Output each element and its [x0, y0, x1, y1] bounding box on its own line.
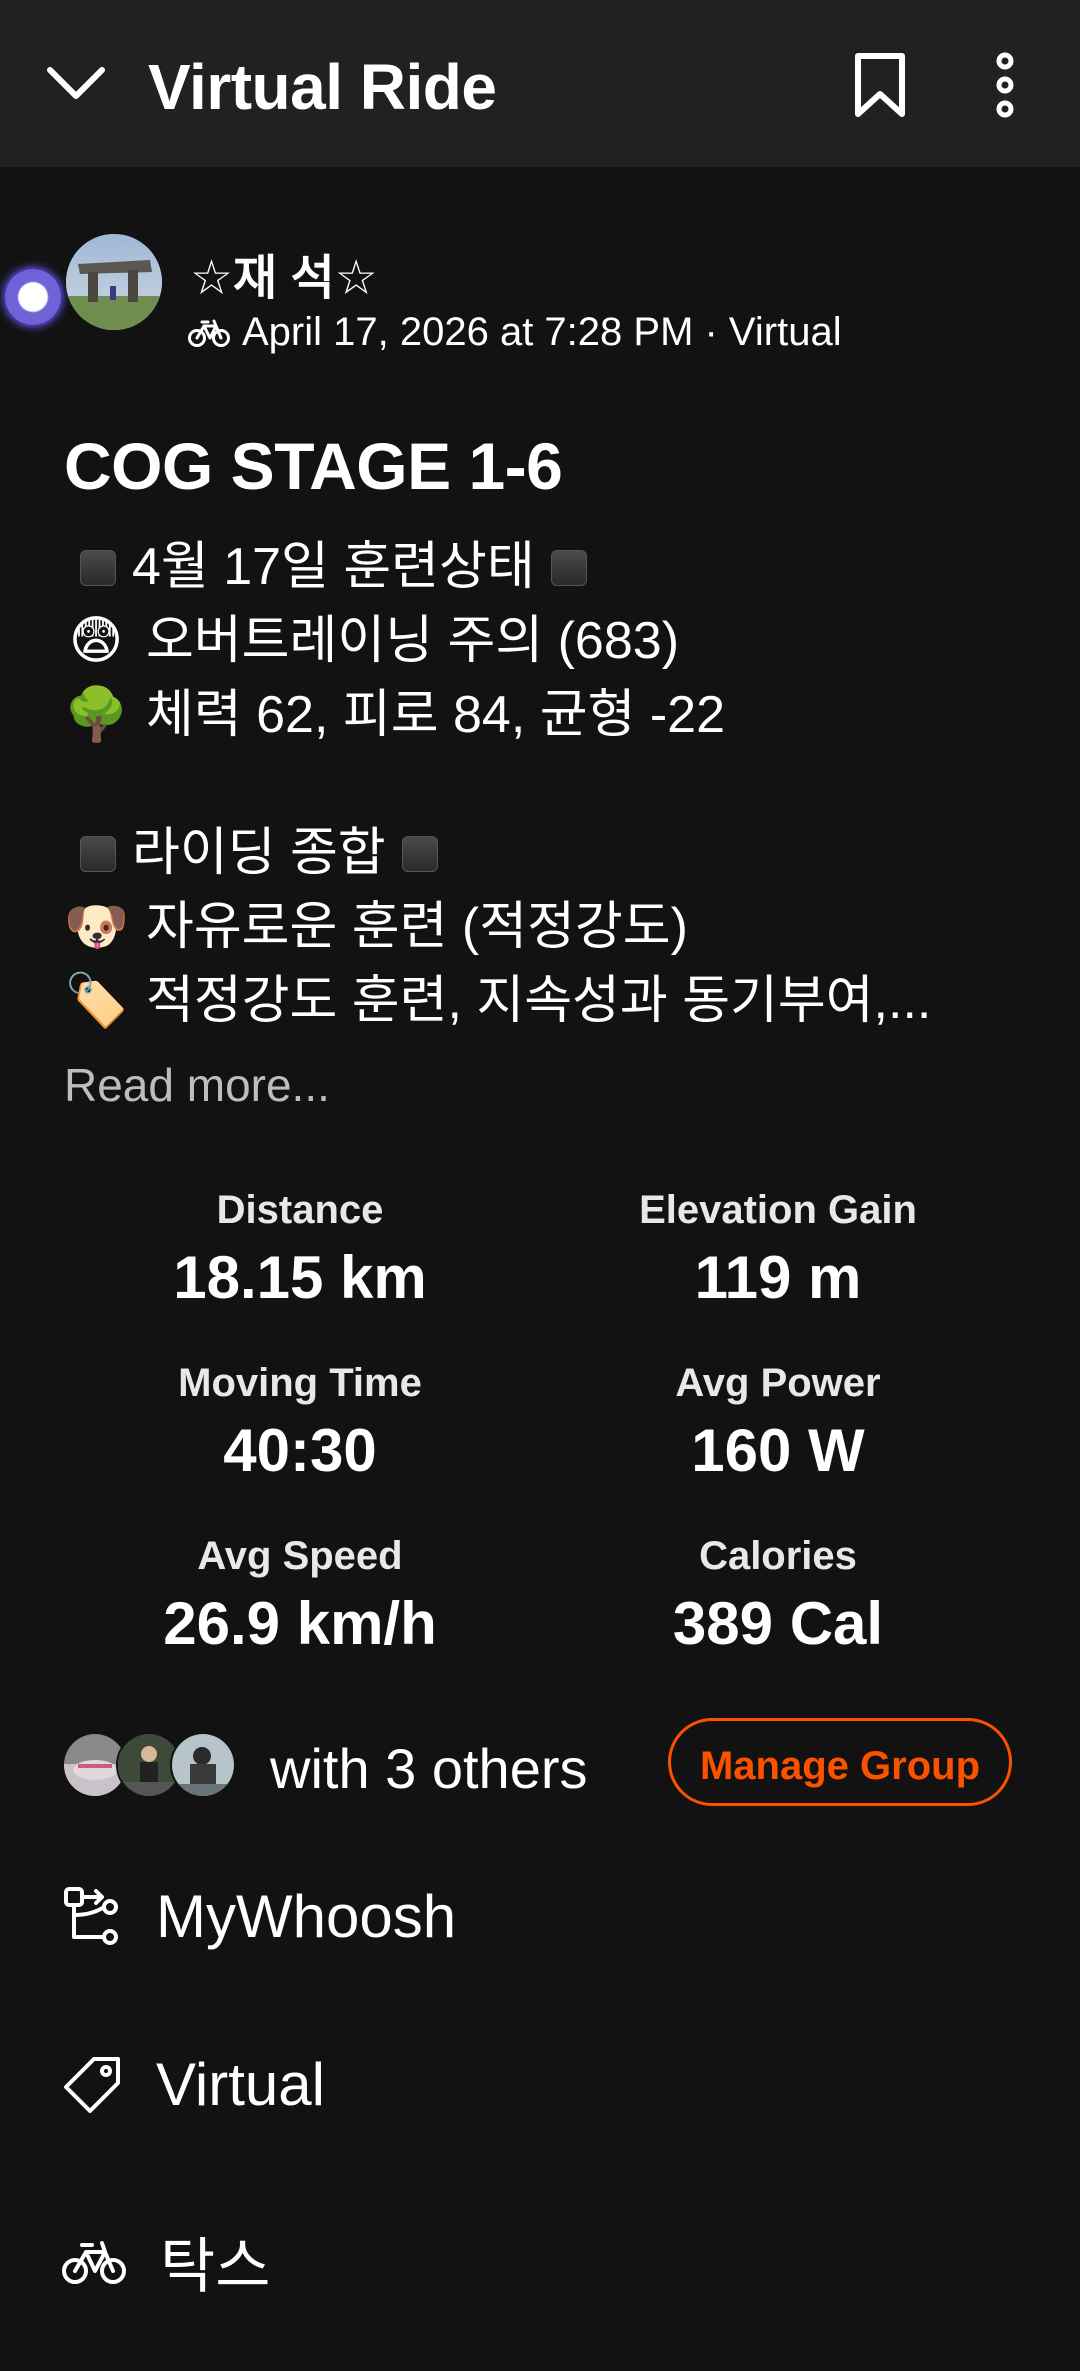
stat-calories: Calories 389 Cal	[672, 1534, 884, 1657]
route-icon	[64, 1886, 118, 1945]
group-avatar[interactable]	[170, 1732, 236, 1798]
description-line: 😨 오버트레이닝 주의 (683)	[64, 604, 1024, 678]
fearful-face-icon: 😨	[68, 612, 124, 670]
black-square-icon	[401, 836, 438, 872]
description-line: 🌳 체력 62, 피로 84, 균형 -22	[64, 678, 1024, 752]
group-row: with 3 others Manage Group	[62, 1718, 1022, 1818]
tag-icon	[64, 2056, 120, 2113]
avatar[interactable]	[66, 234, 162, 330]
device-row[interactable]: MyWhoosh	[62, 1882, 456, 1951]
page-title: Virtual Ride	[148, 51, 497, 123]
description-line: 4월 17일 훈련상태	[64, 530, 1024, 604]
activity-description: 4월 17일 훈련상태 😨 오버트레이닝 주의 (683) 🌳 체력 62, 피로 …	[64, 530, 1024, 1038]
top-app-bar: Virtual Ride	[0, 0, 1080, 167]
bike-icon	[188, 319, 230, 347]
stat-distance: Distance 18.15 km	[173, 1188, 427, 1311]
bookmark-icon[interactable]	[852, 52, 908, 118]
tree-icon: 🌳	[64, 686, 129, 744]
activity-title: COG STAGE 1-6	[64, 429, 563, 503]
bike-label: 탁스	[160, 2233, 271, 2300]
stat-elevation-gain: Elevation Gain 119 m	[639, 1188, 917, 1311]
stat-avg-speed: Avg Speed 26.9 km/h	[163, 1534, 437, 1657]
activity-date: April 17, 2026 at 7:28 PM · Virtual	[242, 310, 842, 354]
read-more-link[interactable]: Read more...	[64, 1058, 330, 1112]
description-line: 🏷️ 적정강도 훈련, 지속성과 동기부여,...	[64, 964, 1024, 1038]
black-square-icon	[80, 550, 116, 586]
ride-type-label: Virtual	[156, 2051, 325, 2118]
manage-group-button[interactable]: Manage Group	[668, 1718, 1012, 1806]
ride-type-row[interactable]: Virtual	[62, 2050, 325, 2119]
black-square-icon	[80, 836, 116, 872]
description-line: 🐶 자유로운 훈련 (적정강도)	[64, 890, 1024, 964]
activity-meta: April 17, 2026 at 7:28 PM · Virtual	[188, 310, 842, 355]
group-text: with 3 others	[270, 1737, 588, 1800]
stat-avg-power: Avg Power 160 W	[675, 1361, 881, 1484]
label-tag-icon: 🏷️	[64, 972, 129, 1030]
author-name[interactable]: ☆재 석☆	[190, 238, 378, 308]
assistant-bubble[interactable]	[2, 266, 64, 328]
device-label: MyWhoosh	[156, 1883, 457, 1950]
stat-moving-time: Moving Time 40:30	[178, 1361, 422, 1484]
bike-row[interactable]: 탁스	[62, 2218, 270, 2305]
bike-icon	[62, 2240, 126, 2284]
more-vertical-icon[interactable]	[990, 52, 1020, 118]
chevron-down-icon[interactable]	[44, 58, 108, 110]
description-line: 라이딩 종합	[64, 816, 1024, 890]
dog-face-icon: 🐶	[64, 898, 129, 956]
black-square-icon	[550, 550, 587, 586]
